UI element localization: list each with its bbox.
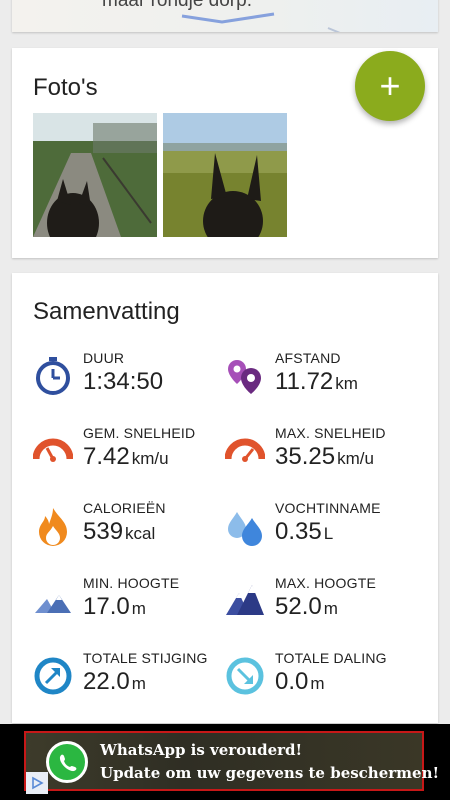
stat-value: 1:34:50 [83,368,164,395]
ad-headline: WhatsApp is verouderd! [100,741,303,759]
stat-label: DUUR [83,350,125,366]
stat-label: CALORIEËN [83,500,166,516]
stat-value: 539 kcal [83,518,156,545]
ad-choices-icon[interactable] [26,772,48,794]
stat-value: 35.25 km/u [275,443,374,470]
stat-max-speed: MAX. SNELHEID 35.25 km/u [225,425,415,485]
stat-min-altitude: MIN. HOOGTE 17.0 m [33,575,223,635]
flame-icon [39,508,67,546]
ad-subline: Update om uw gegevens te beschermen! [100,764,440,782]
mountain-low-icon [35,595,71,613]
photo-thumbnail[interactable] [33,113,157,237]
ad-banner[interactable]: WhatsApp is verouderd! Update om uw gege… [0,724,450,800]
stopwatch-icon [36,357,70,395]
stat-distance: AFSTAND 11.72 km [225,350,415,410]
summary-card: Samenvatting DUUR 1:34:50 AFSTAND 11.72 k… [12,273,438,723]
stat-label: AFSTAND [275,350,341,366]
whatsapp-logo-icon [46,741,88,783]
stat-hydration: VOCHTINNAME 0.35 L [225,500,415,560]
stat-value: 0.35 L [275,518,334,545]
stat-calories: CALORIEËN 539 kcal [33,500,223,560]
ascent-arrow-icon [34,657,72,695]
plus-icon: + [379,65,401,106]
stat-label: MAX. HOOGTE [275,575,376,591]
route-map-card[interactable]: maar rondje dorp. [12,0,438,32]
stat-total-ascent: TOTALE STIJGING 22.0 m [33,650,223,710]
stat-label: MAX. SNELHEID [275,425,386,441]
stat-duration: DUUR 1:34:50 [33,350,223,410]
stat-label: VOCHTINNAME [275,500,381,516]
stat-value: 52.0 m [275,593,338,620]
stat-value: 0.0 m [275,668,325,695]
stat-value: 11.72 km [275,368,358,395]
speedometer-max-icon [225,438,265,462]
summary-title: Samenvatting [33,298,180,325]
speedometer-icon [33,438,73,462]
add-photo-button[interactable]: + [355,51,425,121]
stat-total-descent: TOTALE DALING 0.0 m [225,650,415,710]
stat-label: GEM. SNELHEID [83,425,196,441]
stat-label: MIN. HOOGTE [83,575,180,591]
ad-frame[interactable]: WhatsApp is verouderd! Update om uw gege… [24,731,439,791]
descent-arrow-icon [226,657,264,695]
description-snippet: maar rondje dorp. [102,0,252,11]
location-pins-icon [228,360,261,394]
mountain-high-icon [226,585,264,615]
stat-label: TOTALE STIJGING [83,650,208,666]
stat-avg-speed: GEM. SNELHEID 7.42 km/u [33,425,223,485]
stat-max-altitude: MAX. HOOGTE 52.0 m [225,575,415,635]
photos-title: Foto's [33,74,98,101]
stat-value: 7.42 km/u [83,443,169,470]
stat-value: 17.0 m [83,593,146,620]
stat-value: 22.0 m [83,668,146,695]
water-drops-icon [228,512,262,546]
stat-label: TOTALE DALING [275,650,387,666]
photo-thumbnail[interactable] [163,113,287,237]
